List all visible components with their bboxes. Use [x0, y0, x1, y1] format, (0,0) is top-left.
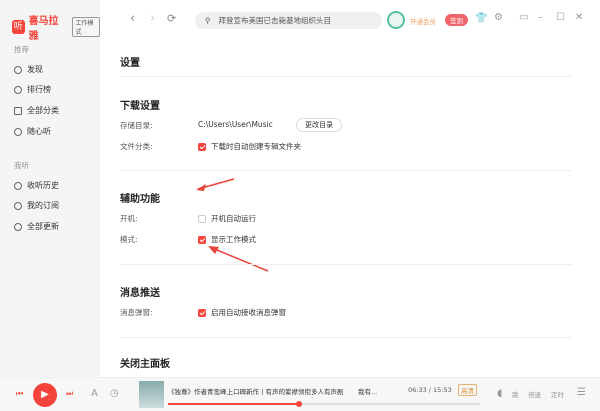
- sleep-icon[interactable]: ◷: [110, 388, 119, 399]
- clock-icon: [14, 181, 22, 190]
- category-label: 文件分类:: [120, 142, 153, 151]
- sidebar-item-ranking[interactable]: 排行榜: [14, 84, 51, 95]
- logo[interactable]: 听 喜马拉雅 工作模式: [12, 12, 100, 42]
- font-size-icon[interactable]: A: [91, 388, 98, 399]
- sidebar-item-random[interactable]: 随心听: [14, 126, 51, 137]
- label: 收听历史: [27, 181, 59, 190]
- timer-button[interactable]: 定时: [551, 389, 564, 399]
- label: 我的订阅: [27, 201, 59, 210]
- track-title[interactable]: 《独尊》作者青鸾峰上口碑新作丨有声的紫襟领衔多人有声剧: [168, 386, 351, 396]
- gear-icon[interactable]: ⚙: [494, 12, 503, 23]
- change-directory-button[interactable]: 更改目录: [296, 118, 342, 132]
- skip-button[interactable]: 跳: [512, 389, 519, 399]
- subscribe-icon: [14, 201, 22, 210]
- previous-icon[interactable]: ⏮: [16, 389, 23, 399]
- minimize-icon[interactable]: –: [538, 12, 543, 23]
- search-text: 拜登宣布美国已击毙基地组织头目: [218, 16, 332, 25]
- label: 全部更新: [27, 222, 59, 231]
- next-icon[interactable]: ⏭: [66, 389, 73, 399]
- sidebar-item-categories[interactable]: 全部分类: [14, 105, 59, 116]
- push-heading: 消息推送: [120, 288, 160, 299]
- close-icon[interactable]: ✕: [575, 12, 583, 23]
- category-checkbox[interactable]: 下载时自动创建专辑文件夹: [198, 141, 301, 152]
- sidebar-item-discover[interactable]: 发现: [14, 64, 43, 75]
- popup-checkbox[interactable]: 启用自动接收消息弹窗: [198, 307, 286, 318]
- section-recommend: 推荐: [14, 45, 29, 54]
- logo-icon: 听: [12, 20, 25, 34]
- logo-text: 喜马拉雅: [28, 16, 59, 42]
- progress-fill: [168, 401, 303, 407]
- back-button[interactable]: ‹: [130, 11, 135, 26]
- signin-button[interactable]: 签到: [445, 14, 468, 26]
- ranking-icon: [14, 85, 22, 94]
- accessibility-heading: 辅助功能: [120, 194, 160, 205]
- grid-icon: [14, 106, 22, 115]
- download-heading: 下载设置: [120, 101, 160, 112]
- label: 随心听: [27, 127, 51, 136]
- boot-label: 开机:: [120, 214, 138, 223]
- page-title: 设置: [120, 58, 140, 69]
- skin-icon[interactable]: 👕: [475, 13, 487, 24]
- radio-icon: [14, 127, 22, 136]
- play-button[interactable]: ▶: [33, 383, 57, 407]
- label: 发现: [27, 65, 43, 74]
- search-input[interactable]: ⚲ 拜登宣布美国已击毙基地组织头目: [195, 12, 382, 29]
- annotation-arrows: [196, 178, 269, 272]
- label: 下载时自动创建专辑文件夹: [211, 142, 301, 151]
- discover-icon: [14, 65, 22, 74]
- sidebar: 听 喜马拉雅 工作模式 推荐 发现 排行榜 全部分类 随心听 我听 收听历史 我…: [0, 0, 100, 377]
- playlist-icon[interactable]: ☰: [577, 387, 586, 398]
- section-my-listen: 我听: [14, 161, 29, 170]
- sidebar-item-updates[interactable]: 全部更新: [14, 221, 59, 232]
- sidebar-item-subscriptions[interactable]: 我的订阅: [14, 200, 59, 211]
- divider: [120, 170, 572, 171]
- checkbox[interactable]: [198, 308, 206, 317]
- speed-button[interactable]: 倍速: [528, 389, 541, 399]
- avatar[interactable]: [387, 11, 405, 29]
- label: 全部分类: [27, 106, 59, 115]
- work-mode-badge: 工作模式: [72, 17, 100, 37]
- search-icon: ⚲: [205, 16, 211, 25]
- storage-label: 存储目录:: [120, 121, 153, 130]
- storage-path: C:\Users\User\Music: [198, 120, 273, 129]
- progress-track[interactable]: [168, 401, 480, 407]
- close-panel-heading: 关闭主面板: [120, 359, 170, 370]
- maximize-icon[interactable]: ☐: [556, 12, 565, 23]
- popup-label: 消息弹窗:: [120, 308, 153, 317]
- label: 排行榜: [27, 85, 51, 94]
- divider: [120, 76, 572, 77]
- label: 启用自动接收消息弹窗: [211, 308, 286, 317]
- divider: [120, 264, 572, 265]
- vip-link[interactable]: 开通会员: [410, 16, 436, 26]
- quality-select[interactable]: 高清: [458, 384, 477, 396]
- refresh-button[interactable]: ⟳: [167, 12, 176, 25]
- track-suffix: 我有...: [358, 388, 378, 396]
- sidebar-item-history[interactable]: 收听历史: [14, 180, 59, 191]
- mini-mode-icon[interactable]: ▭: [519, 12, 528, 23]
- update-icon: [14, 222, 22, 231]
- volume-icon[interactable]: ◖: [497, 388, 502, 399]
- forward-button[interactable]: ›: [150, 11, 155, 26]
- mode-label: 模式:: [120, 235, 138, 244]
- checkbox[interactable]: [198, 142, 206, 151]
- divider: [120, 337, 572, 338]
- player-bar: ⏮ ▶ ⏭ A ◷ 《独尊》作者青鸾峰上口碑新作丨有声的紫襟领衔多人有声剧 我有…: [0, 377, 600, 411]
- progress-handle[interactable]: [296, 401, 303, 407]
- time-readout: 06:33 / 15:53: [408, 386, 452, 394]
- album-cover[interactable]: [139, 381, 164, 408]
